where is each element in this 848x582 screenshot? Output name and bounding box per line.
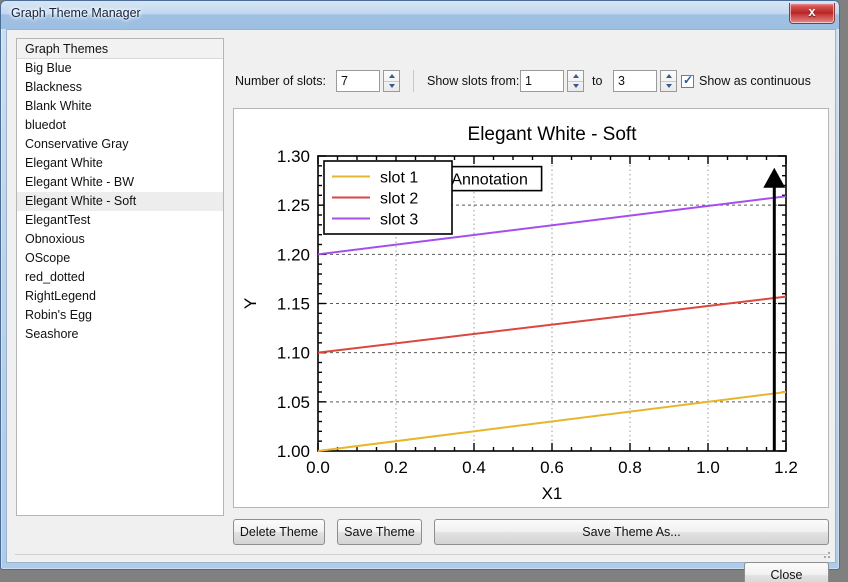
show-slots-from-label: Show slots from: <box>427 74 520 88</box>
legend-label: slot 3 <box>380 212 418 229</box>
screen: Graph Theme Manager x Graph Themes Big B… <box>0 0 848 582</box>
legend-label: slot 1 <box>380 170 418 187</box>
y-tick-label: 1.05 <box>277 393 310 412</box>
slots-to-input[interactable] <box>613 70 657 92</box>
theme-list-item[interactable]: bluedot <box>17 116 223 135</box>
close-button[interactable]: Close <box>744 562 829 582</box>
to-label: to <box>592 74 603 88</box>
spinner-down-button[interactable] <box>568 82 583 92</box>
slots-from-spinner[interactable] <box>567 70 584 92</box>
close-icon: x <box>808 4 816 19</box>
show-as-continuous-label: Show as continuous <box>699 74 811 88</box>
spinner-up-button[interactable] <box>384 71 399 82</box>
annotation-label: Annotation <box>436 165 543 192</box>
number-of-slots-label: Number of slots: <box>235 74 327 88</box>
window-title: Graph Theme Manager <box>11 6 141 20</box>
chart-legend: slot 1 slot 2 slot 3 <box>323 160 453 235</box>
y-tick-label: 1.00 <box>277 442 310 461</box>
theme-list-item[interactable]: Blackness <box>17 78 223 97</box>
chevron-up-icon <box>665 73 672 78</box>
x-tick-label: 0.4 <box>462 458 486 477</box>
graph-themes-list[interactable]: Graph Themes Big Blue Blackness Blank Whit… <box>16 38 224 516</box>
resize-grip-icon[interactable] <box>820 548 832 560</box>
chart-title: Elegant White - Soft <box>468 124 638 145</box>
annotation-arrow-head <box>763 167 786 188</box>
y-tick-label: 1.30 <box>277 147 310 166</box>
slots-to-spinner[interactable] <box>660 70 677 92</box>
spinner-up-button[interactable] <box>568 71 583 82</box>
legend-label: slot 2 <box>380 191 418 208</box>
chevron-down-icon <box>388 84 395 89</box>
theme-list-item[interactable]: Elegant White - BW <box>17 173 223 192</box>
theme-preview-chart: Elegant White - Soft0.0 0.2 0.4 0.6 0.8 1.0 1.… <box>241 124 798 503</box>
chevron-up-icon <box>388 73 395 78</box>
checkmark-icon: ✓ <box>683 73 694 87</box>
y-tick-label: 1.25 <box>277 196 310 215</box>
window-close-button[interactable]: x <box>789 3 835 24</box>
footer-divider <box>15 554 828 555</box>
y-axis-label: Y <box>241 298 260 309</box>
number-of-slots-spinner[interactable] <box>383 70 400 92</box>
x-tick-label: 0.8 <box>618 458 642 477</box>
y-tick-label: 1.15 <box>277 295 310 314</box>
spinner-up-button[interactable] <box>661 71 676 82</box>
toolbar-divider <box>413 70 414 92</box>
slots-toolbar: Number of slots: Show slots from: to <box>235 70 835 94</box>
chevron-down-icon <box>665 84 672 89</box>
dialog-client-area: Graph Themes Big Blue Blackness Blank Whit… <box>6 29 836 582</box>
theme-list-item[interactable]: red_dotted <box>17 268 223 287</box>
series-line <box>317 391 787 452</box>
x-tick-label: 1.2 <box>774 458 798 477</box>
theme-list-item[interactable]: Blank White <box>17 97 223 116</box>
graph-themes-list-header: Graph Themes <box>17 39 223 59</box>
x-tick-label: 1.0 <box>696 458 720 477</box>
theme-list-item[interactable]: Big Blue <box>17 59 223 78</box>
theme-list-item[interactable]: Conservative Gray <box>17 135 223 154</box>
delete-theme-button[interactable]: Delete Theme <box>233 519 325 545</box>
annotation-text: Annotation <box>451 172 528 189</box>
theme-list-item[interactable]: RightLegend <box>17 287 223 306</box>
theme-list-item[interactable]: Robin's Egg <box>17 306 223 325</box>
save-theme-as-button[interactable]: Save Theme As... <box>434 519 829 545</box>
theme-list-item[interactable]: ElegantTest <box>17 211 223 230</box>
theme-list-item[interactable]: Elegant White - Soft <box>17 192 223 211</box>
theme-list-item[interactable]: Obnoxious <box>17 230 223 249</box>
y-tick-label: 1.10 <box>277 344 310 363</box>
theme-list-item[interactable]: Elegant White <box>17 154 223 173</box>
chart-preview-panel: Elegant White - Soft 0.0 0.2 0.4 0.6 0.8 1.0 1.… <box>233 108 829 508</box>
slots-from-input[interactable] <box>520 70 564 92</box>
show-as-continuous-checkbox[interactable]: ✓ <box>681 73 694 88</box>
spinner-down-button[interactable] <box>661 82 676 92</box>
chevron-up-icon <box>572 73 579 78</box>
dialog-window: Graph Theme Manager x Graph Themes Big B… <box>0 0 840 582</box>
x-tick-label: 0.2 <box>384 458 408 477</box>
theme-list-item[interactable]: OScope <box>17 249 223 268</box>
theme-list-item[interactable]: Seashore <box>17 325 223 344</box>
y-tick-label: 1.20 <box>277 245 310 264</box>
graph-themes-items[interactable]: Big Blue Blackness Blank White bluedot Conse… <box>17 59 223 344</box>
x-axis-label: X1 <box>542 484 563 503</box>
number-of-slots-input[interactable] <box>336 70 380 92</box>
save-theme-button[interactable]: Save Theme <box>337 519 422 545</box>
spinner-down-button[interactable] <box>384 82 399 92</box>
chevron-down-icon <box>572 84 579 89</box>
x-tick-label: 0.6 <box>540 458 564 477</box>
title-bar: Graph Theme Manager x <box>1 1 839 29</box>
